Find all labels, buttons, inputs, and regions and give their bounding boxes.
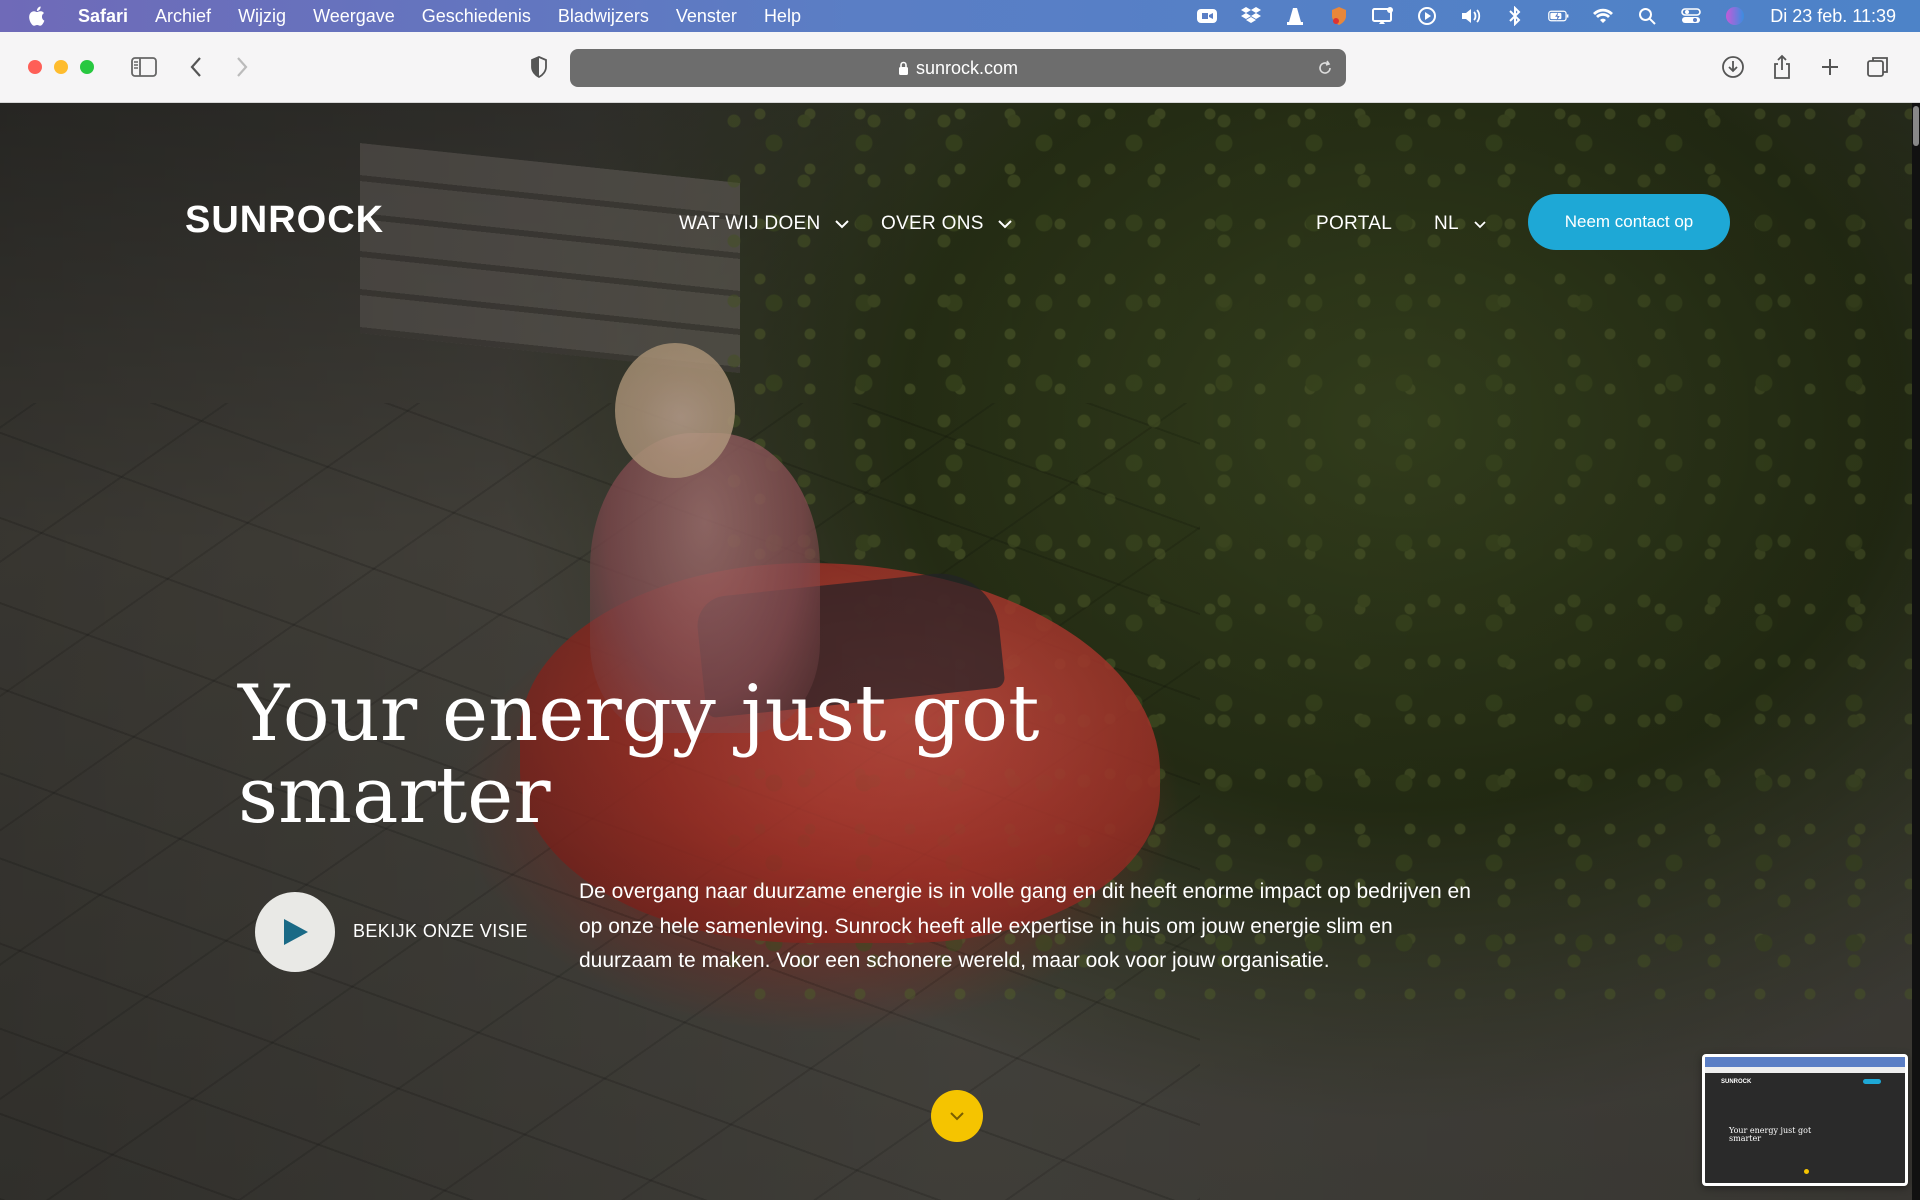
dropbox-icon[interactable] [1240, 6, 1262, 26]
chevron-down-icon [950, 1112, 964, 1121]
menu-weergave[interactable]: Weergave [313, 6, 395, 27]
share-icon[interactable] [1768, 54, 1796, 80]
chevron-down-icon [834, 219, 849, 228]
nav-portal[interactable]: PORTAL [1316, 213, 1392, 235]
nav-over-ons-label: OVER ONS [881, 213, 984, 234]
tab-overview-icon[interactable] [1864, 54, 1892, 80]
nav-over-ons[interactable]: OVER ONS [881, 213, 1012, 235]
hero-headline: Your energy just got smarter [238, 669, 1040, 841]
control-center-icon[interactable] [1680, 6, 1702, 26]
menu-help[interactable]: Help [764, 6, 801, 27]
address-bar[interactable]: sunrock.com [570, 49, 1346, 87]
page-scrollbar[interactable] [1912, 103, 1920, 1200]
spotlight-search-icon[interactable] [1636, 6, 1658, 26]
reload-icon[interactable] [1316, 59, 1334, 77]
nav-wat-wij-doen[interactable]: WAT WIJ DOEN [679, 213, 849, 235]
window-zoom-button[interactable] [80, 60, 94, 74]
media-play-icon[interactable] [1416, 6, 1438, 26]
battery-icon[interactable] [1548, 6, 1570, 26]
back-icon[interactable] [182, 54, 210, 80]
zoom-icon[interactable] [1196, 6, 1218, 26]
scroll-down-button[interactable] [931, 1090, 983, 1142]
privacy-shield-icon[interactable] [525, 54, 553, 80]
thumbnail-toolbar [1705, 1067, 1905, 1073]
browser-toolbar: sunrock.com [0, 32, 1920, 103]
play-icon [284, 919, 308, 945]
forward-icon[interactable] [228, 54, 256, 80]
menu-bar: Safari Archief Wijzig Weergave Geschiede… [0, 0, 1920, 32]
url-text: sunrock.com [915, 57, 1019, 78]
chevron-down-icon [1474, 220, 1486, 228]
chevron-down-icon [997, 219, 1012, 228]
display-notification-icon[interactable] [1372, 6, 1394, 26]
window-minimize-button[interactable] [54, 60, 68, 74]
menu-archief[interactable]: Archief [155, 6, 211, 27]
menu-geschiedenis[interactable]: Geschiedenis [422, 6, 531, 27]
apple-icon[interactable] [26, 5, 46, 27]
new-tab-icon[interactable] [1816, 54, 1844, 80]
play-video-button[interactable] [255, 892, 335, 972]
menu-venster[interactable]: Venster [676, 6, 737, 27]
screenshot-thumbnail-preview[interactable]: SUNROCK Your energy just got smarter [1702, 1054, 1908, 1186]
nav-portal-label: PORTAL [1316, 213, 1393, 234]
lock-icon [898, 61, 908, 75]
scrollbar-thumb[interactable] [1913, 106, 1919, 146]
hero-photo-overlay [0, 103, 1920, 1200]
downloads-icon[interactable] [1719, 54, 1747, 80]
menu-app-name[interactable]: Safari [78, 6, 128, 27]
contact-button[interactable]: Neem contact op [1528, 194, 1730, 250]
site-logo[interactable]: SUNROCK [185, 199, 384, 242]
volume-icon[interactable] [1460, 6, 1482, 26]
menu-clock[interactable]: Di 23 feb. 11:39 [1770, 6, 1896, 27]
sidebar-toggle-icon[interactable] [130, 54, 158, 80]
thumbnail-menubar [1705, 1057, 1905, 1067]
thumbnail-cta [1863, 1079, 1881, 1084]
menu-wijzig[interactable]: Wijzig [238, 6, 286, 27]
bluetooth-icon[interactable] [1504, 6, 1526, 26]
wifi-icon[interactable] [1592, 6, 1614, 26]
play-video-label[interactable]: BEKIJK ONZE VISIE [353, 921, 528, 942]
thumbnail-headline: Your energy just got smarter [1729, 1126, 1812, 1143]
hero-photo [0, 103, 1920, 1200]
nav-wat-wij-doen-label: WAT WIJ DOEN [679, 213, 821, 234]
vlc-icon[interactable] [1284, 6, 1306, 26]
siri-icon[interactable] [1724, 6, 1746, 26]
security-shield-icon[interactable] [1328, 6, 1350, 26]
web-page: SUNROCK WAT WIJ DOEN OVER ONS PORTAL NL … [0, 103, 1920, 1200]
language-selector-label: NL [1434, 213, 1459, 234]
hero-intro-text: De overgang naar duurzame energie is in … [579, 880, 1471, 972]
window-close-button[interactable] [28, 60, 42, 74]
language-selector[interactable]: NL [1434, 213, 1487, 235]
thumbnail-scroll-dot [1804, 1169, 1809, 1174]
thumbnail-logo: SUNROCK [1721, 1079, 1752, 1085]
menu-bladwijzers[interactable]: Bladwijzers [558, 6, 649, 27]
